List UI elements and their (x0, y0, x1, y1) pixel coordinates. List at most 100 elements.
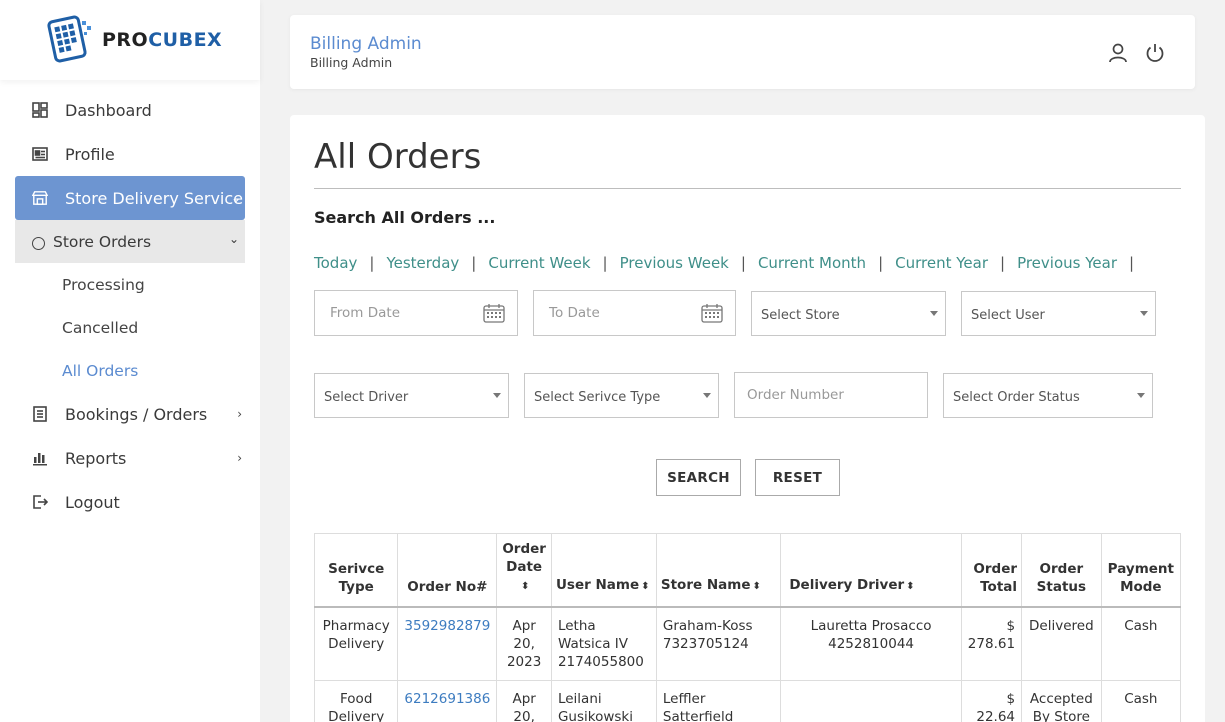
cell-service-type: Food Delivery (314, 680, 399, 722)
calendar-icon[interactable] (701, 303, 723, 323)
circle-icon (32, 237, 45, 250)
filter-yesterday[interactable]: Yesterday (386, 254, 459, 272)
column-header-label: Order Date (502, 540, 546, 575)
store-name: Graham-Koss (662, 617, 753, 634)
sidebar-item-label: Store Delivery Service (65, 188, 244, 208)
to-date-placeholder: To Date (549, 305, 600, 321)
header-subtitle: Billing Admin (310, 55, 393, 70)
column-header-label: Store Name (660, 576, 751, 593)
select-user-dropdown[interactable]: Select User (961, 291, 1156, 336)
sidebar-item-cancelled[interactable]: Cancelled (0, 306, 260, 349)
store-phone: 7323705124 (662, 635, 749, 652)
table-header-row: Serivce Type Order No# Order Date ⬍ User … (314, 533, 1181, 608)
column-header-service-type[interactable]: Serivce Type (314, 533, 399, 608)
sidebar-item-reports[interactable]: Reports › (0, 436, 260, 480)
sidebar-item-store-orders[interactable]: Store Orders ⌄ (15, 220, 245, 263)
sidebar-item-label: Bookings / Orders (65, 404, 208, 424)
sidebar-item-logout[interactable]: Logout (0, 480, 260, 524)
procubex-logo-icon (47, 15, 91, 63)
search-button[interactable]: SEARCH (656, 459, 741, 496)
sort-icon[interactable]: ⬍ (521, 581, 529, 592)
logout-icon (32, 494, 48, 510)
from-date-placeholder: From Date (330, 305, 401, 321)
select-store-value: Select Store (761, 308, 840, 323)
to-date-input[interactable]: To Date (533, 290, 736, 336)
cell-order-no: 6212691386 (397, 680, 498, 722)
brand-name: PROCUBEX (102, 29, 223, 51)
column-header-payment-mode[interactable]: Payment Mode (1100, 533, 1181, 608)
select-order-status-value: Select Order Status (953, 390, 1080, 405)
select-store-dropdown[interactable]: Select Store (751, 291, 946, 336)
cell-payment-mode: Cash (1100, 606, 1181, 681)
column-header-label: User Name (555, 576, 640, 593)
column-header-store-name[interactable]: Store Name ⬍ (655, 533, 782, 608)
from-date-input[interactable]: From Date (314, 290, 518, 336)
order-number-link[interactable]: 6212691386 (404, 691, 490, 707)
caret-down-icon (1140, 311, 1148, 316)
bar-chart-icon (32, 450, 48, 466)
filter-current-week[interactable]: Current Week (488, 254, 590, 272)
chevron-down-icon: ⌄ (228, 232, 239, 246)
sort-icon[interactable]: ⬍ (906, 581, 914, 592)
column-header-order-no[interactable]: Order No# (397, 533, 498, 608)
order-number-placeholder: Order Number (747, 387, 844, 403)
separator: | (602, 254, 608, 272)
user-icon[interactable] (1107, 42, 1129, 64)
table-row: Pharmacy Delivery 3592982879 Apr 20, 202… (314, 606, 1181, 681)
select-user-value: Select User (971, 308, 1045, 323)
search-heading: Search All Orders ... (314, 208, 496, 227)
sidebar-item-label: Logout (65, 492, 120, 512)
calendar-icon[interactable] (483, 303, 505, 323)
column-header-order-date[interactable]: Order Date ⬍ (496, 533, 552, 608)
top-header: Billing Admin Billing Admin (290, 15, 1195, 89)
reset-button[interactable]: RESET (755, 459, 840, 496)
cell-service-type: Pharmacy Delivery (314, 606, 399, 681)
sidebar-item-profile[interactable]: Profile (0, 132, 260, 176)
user-phone: 2174055800 (557, 653, 644, 670)
cell-order-date: Apr 20, 2023 (496, 680, 552, 722)
filter-previous-year[interactable]: Previous Year (1017, 254, 1117, 272)
separator: | (740, 254, 746, 272)
column-header-order-status[interactable]: Order Status (1021, 533, 1102, 608)
sidebar-item-label: Cancelled (62, 318, 139, 337)
select-service-type-value: Select Serivce Type (534, 390, 661, 405)
cell-order-date: Apr 20, 2023 (496, 606, 552, 681)
title-divider (314, 188, 1181, 189)
select-order-status-dropdown[interactable]: Select Order Status (943, 373, 1153, 418)
caret-down-icon (930, 311, 938, 316)
column-header-user-name[interactable]: User Name ⬍ (550, 533, 657, 608)
order-number-link[interactable]: 3592982879 (404, 618, 490, 634)
filter-current-month[interactable]: Current Month (758, 254, 866, 272)
sidebar-item-store-delivery-service[interactable]: Store Delivery Service ⌄ (15, 176, 245, 220)
user-name: Letha Watsica IV (557, 617, 628, 652)
cell-store-name: Leffler Satterfield5803931688 (655, 680, 782, 722)
sort-icon[interactable]: ⬍ (752, 581, 760, 592)
page-title: All Orders (314, 137, 482, 177)
logo[interactable]: PROCUBEX (0, 0, 260, 80)
separator: | (369, 254, 375, 272)
sidebar-item-label: All Orders (62, 361, 139, 380)
cell-order-total: $ 278.61 (960, 606, 1023, 681)
filter-current-year[interactable]: Current Year (895, 254, 988, 272)
column-header-order-total[interactable]: Order Total (960, 533, 1023, 608)
cell-order-total: $ 22.64 (960, 680, 1023, 722)
order-number-input[interactable]: Order Number (734, 372, 928, 418)
sort-icon[interactable]: ⬍ (641, 581, 649, 592)
store-name: Leffler Satterfield (662, 691, 734, 722)
quick-date-filters: Today | Yesterday | Current Week | Previous… (314, 254, 1146, 272)
select-service-type-dropdown[interactable]: Select Serivce Type (524, 373, 719, 418)
select-driver-dropdown[interactable]: Select Driver (314, 373, 509, 418)
filter-today[interactable]: Today (314, 254, 357, 272)
filter-previous-week[interactable]: Previous Week (620, 254, 729, 272)
column-header-delivery-driver[interactable]: Delivery Driver ⬍ (780, 533, 962, 608)
sidebar-item-dashboard[interactable]: Dashboard (0, 88, 260, 132)
sidebar-item-processing[interactable]: Processing (0, 263, 260, 306)
sidebar-item-label: Store Orders (53, 232, 152, 251)
orders-table: Serivce Type Order No# Order Date ⬍ User … (314, 533, 1181, 722)
sidebar-item-bookings-orders[interactable]: Bookings / Orders › (0, 392, 260, 436)
store-icon (32, 190, 48, 206)
list-document-icon (32, 406, 48, 422)
sidebar-item-all-orders[interactable]: All Orders (0, 349, 260, 392)
power-icon[interactable] (1144, 42, 1166, 64)
chevron-right-icon: › (237, 451, 242, 465)
